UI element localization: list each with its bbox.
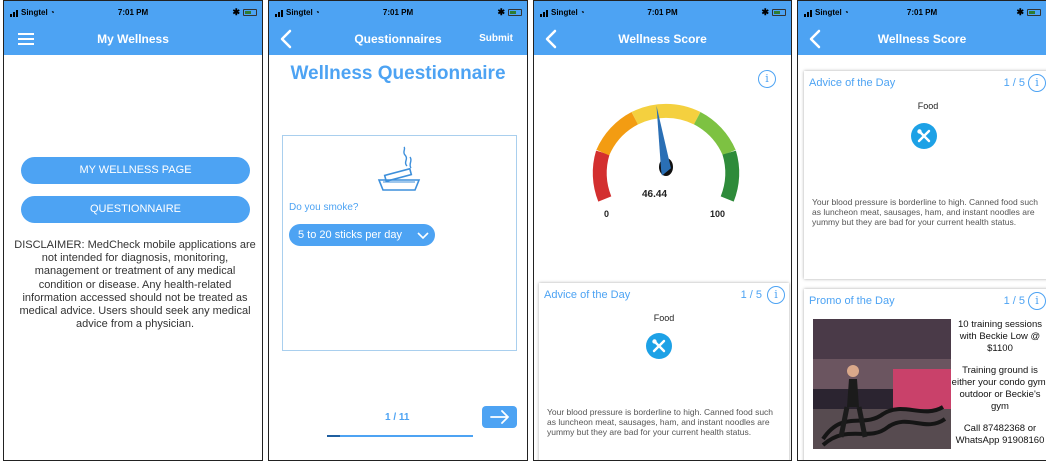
status-time: 7:01 PM [117, 8, 149, 17]
food-utensils-icon [911, 123, 937, 149]
gauge-segment-red [592, 150, 612, 202]
page-title: Wellness Score [877, 32, 967, 46]
advice-title: Advice of the Day [544, 289, 631, 301]
questionnaire-button[interactable]: QUESTIONNAIRE [21, 196, 250, 223]
bluetooth-icon: ✱ [232, 7, 240, 17]
bluetooth-icon: ✱ [497, 7, 505, 17]
advice-category: Food [653, 313, 675, 323]
gauge-segment-lightgreen [693, 111, 736, 156]
advice-card[interactable]: Advice of the Day 1 / 5 i Food Your bloo… [539, 283, 789, 460]
info-icon[interactable]: i [758, 70, 776, 88]
gauge-segment-green [720, 150, 740, 202]
promo-title: Promo of the Day [809, 295, 895, 307]
navbar: My Wellness [4, 23, 262, 55]
status-time: 7:01 PM [906, 8, 938, 17]
navbar: Wellness Score [798, 23, 1046, 55]
smoking-answer-select[interactable]: 5 to 20 sticks per day [289, 224, 435, 246]
question-card: Do you smoke? 5 to 20 sticks per day [282, 135, 517, 351]
battery-icon [508, 9, 522, 16]
advice-title: Advice of the Day [809, 77, 896, 89]
info-icon[interactable]: i [1028, 292, 1046, 310]
promo-line-3: Call 87482368 or WhatsApp 91908160 [955, 423, 1045, 446]
status-bar: Singtel ◔ 7:01 PM ✱ [269, 1, 527, 23]
navbar: Questionnaires Submit [269, 23, 527, 55]
promo-line-1: 10 training sessions with Beckie Low @ $… [958, 319, 1042, 354]
progress-bar [327, 435, 473, 437]
promo-count: 1 / 5 [1003, 295, 1025, 307]
status-time: 7:01 PM [382, 8, 414, 17]
screen-my-wellness: Singtel ◔ 7:01 PM ✱ My Wellness MY WELLN… [3, 0, 263, 461]
submit-button[interactable]: Submit [479, 33, 513, 44]
next-button[interactable] [482, 406, 517, 428]
promo-gym-photo [813, 319, 951, 449]
screen-questionnaires: Singtel ◔ 7:01 PM ✱ Questionnaires Submi… [268, 0, 528, 461]
my-wellness-page-button[interactable]: MY WELLNESS PAGE [21, 157, 250, 184]
battery-icon [772, 9, 786, 16]
advice-card[interactable]: Advice of the Day 1 / 5 i Food Your bloo… [804, 71, 1046, 279]
progress-fill [327, 435, 341, 437]
advice-text: Your blood pressure is borderline to hig… [547, 407, 774, 437]
page-title: My Wellness [97, 32, 169, 46]
question-label: Do you smoke? [289, 202, 359, 213]
status-bar: Singtel ◔ 7:01 PM ✱ [4, 1, 262, 23]
arrow-right-icon [490, 410, 510, 424]
promo-description: 10 training sessions with Beckie Low @ $… [950, 319, 1046, 447]
disclaimer-text: DISCLAIMER: MedCheck mobile applications… [14, 239, 256, 331]
food-utensils-icon [646, 333, 672, 359]
chevron-down-icon [417, 232, 429, 240]
questionnaire-heading: Wellness Questionnaire [290, 63, 506, 84]
promo-card[interactable]: Promo of the Day 1 / 5 i 10 training ses… [804, 289, 1046, 460]
gauge-segment-yellow [631, 103, 701, 125]
battery-icon [1027, 9, 1041, 16]
cigarette-ashtray-icon [377, 146, 421, 191]
screen-wellness-score-scrolled: Singtel ◔ 7:01 PM ✱ Wellness Score Advic… [797, 0, 1046, 461]
page-title: Wellness Score [618, 32, 707, 46]
gauge-max-label: 100 [710, 209, 726, 219]
status-time: 7:01 PM [647, 8, 678, 17]
bluetooth-icon: ✱ [1016, 7, 1024, 17]
bluetooth-icon: ✱ [761, 7, 769, 17]
status-bar: Singtel ◔ 7:01 PM ✱ [798, 1, 1046, 23]
advice-category: Food [917, 101, 939, 111]
advice-text: Your blood pressure is borderline to hig… [812, 197, 1039, 227]
navbar: Wellness Score [534, 23, 791, 55]
score-value: 46.44 [642, 189, 668, 200]
screen-wellness-score: Singtel ◔ 7:01 PM ✱ Wellness Score i 46.… [533, 0, 792, 461]
advice-count: 1 / 5 [1003, 77, 1025, 89]
gauge-segment-orange [596, 111, 639, 156]
gauge-min-label: 0 [604, 209, 610, 219]
advice-count: 1 / 5 [740, 289, 762, 301]
promo-line-2: Training ground is either your condo gym… [951, 365, 1046, 412]
info-icon[interactable]: i [767, 286, 785, 304]
battery-icon [243, 9, 257, 16]
page-indicator: 1 / 11 [385, 412, 410, 423]
info-icon[interactable]: i [1028, 74, 1046, 92]
status-bar: Singtel ◔ 7:01 PM ✱ [534, 1, 791, 23]
select-value: 5 to 20 sticks per day [298, 229, 402, 241]
